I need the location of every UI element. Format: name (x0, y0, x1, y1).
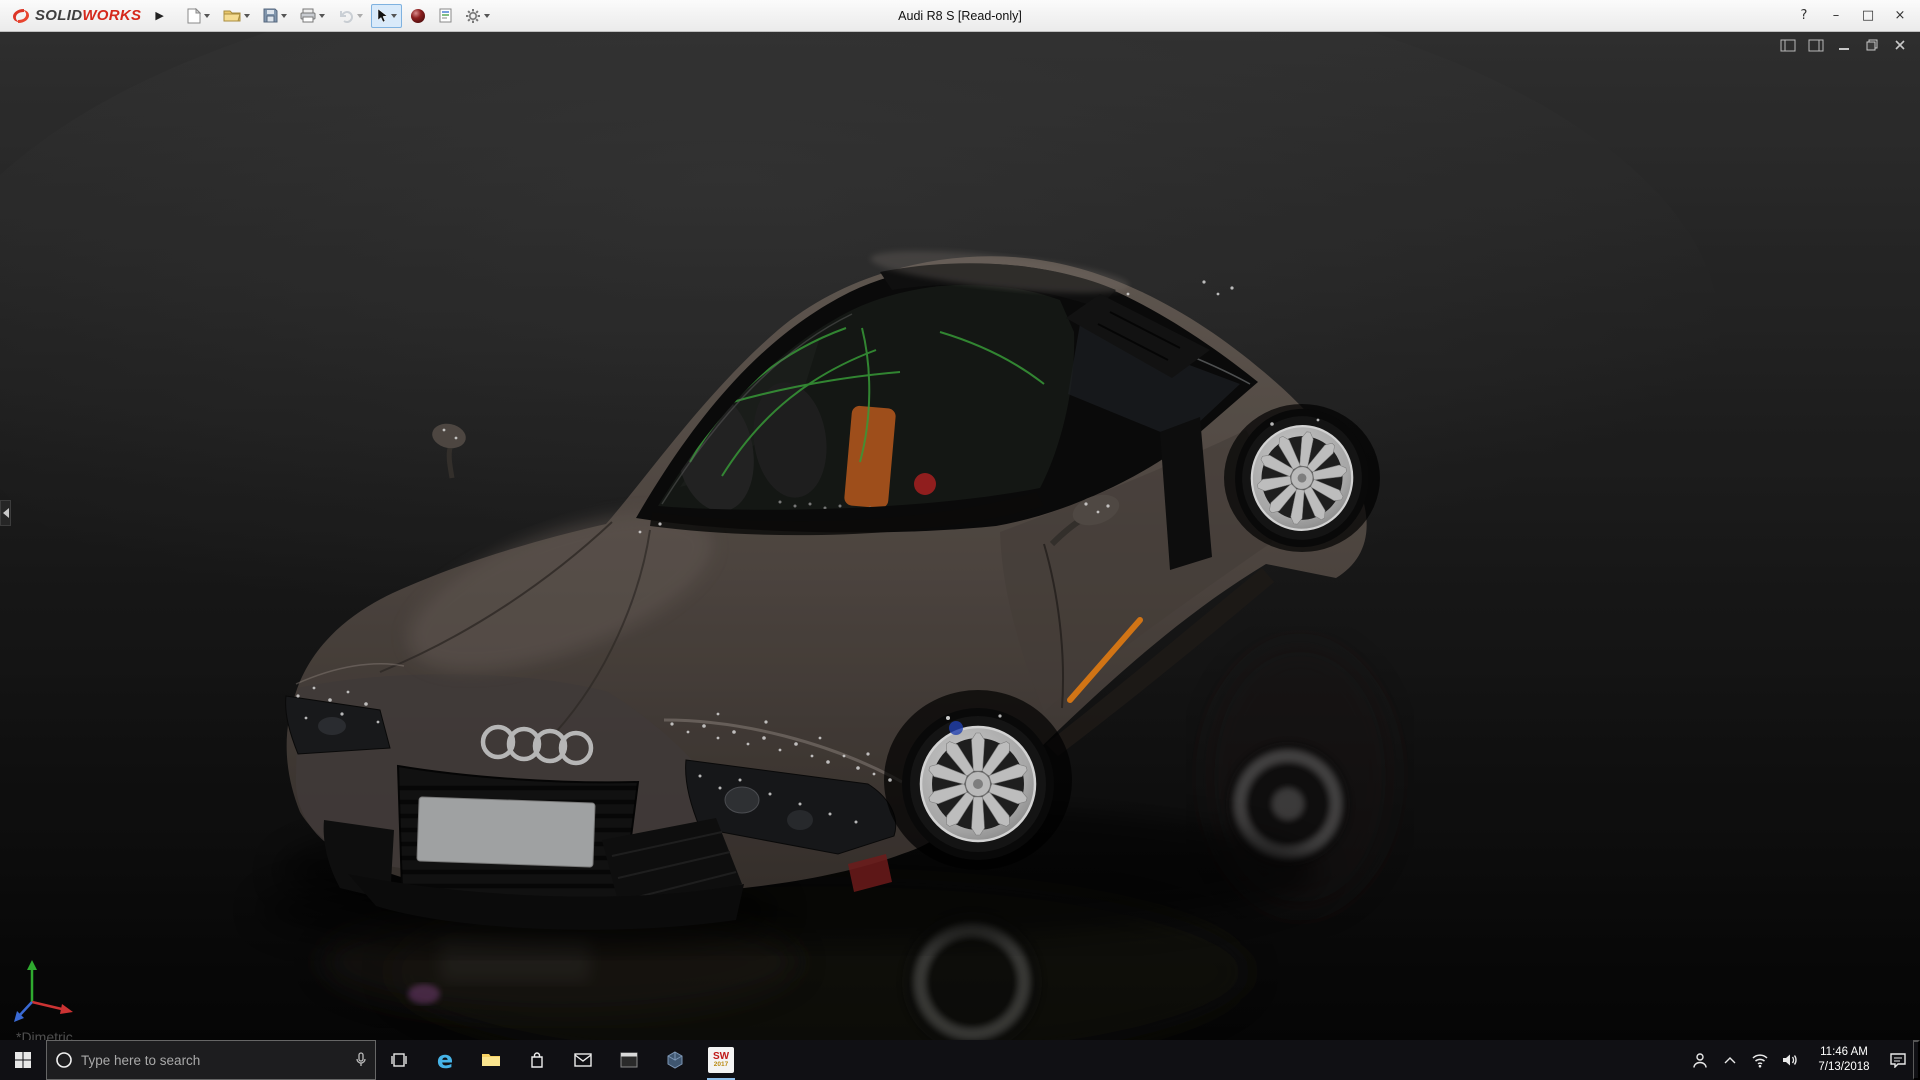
dropdown-caret (357, 14, 363, 18)
orientation-triad[interactable] (10, 952, 82, 1026)
solidworks-logo: SOLIDWORKS (6, 7, 141, 25)
dropdown-caret (319, 14, 325, 18)
rebuild-sphere-icon (410, 8, 426, 24)
action-center-button[interactable] (1883, 1040, 1913, 1080)
open-folder-icon (223, 8, 241, 23)
dropdown-caret (281, 14, 287, 18)
minimize-button[interactable]: – (1822, 5, 1850, 27)
taskbar-search[interactable] (46, 1040, 376, 1080)
clock-date: 7/13/2018 (1818, 1060, 1869, 1075)
action-center-icon (1889, 1052, 1907, 1068)
file-properties-button[interactable] (434, 4, 457, 28)
dropdown-caret (204, 14, 210, 18)
pane-right-icon (1808, 39, 1824, 52)
scene-render (0, 32, 1920, 1040)
clock-time: 11:46 AM (1820, 1045, 1868, 1060)
mdi-close-button[interactable] (1890, 37, 1910, 53)
mdi-restore-button[interactable] (1862, 37, 1882, 53)
store-bag-icon (529, 1051, 545, 1069)
file-explorer-icon (481, 1052, 501, 1068)
hidden-icons-button[interactable] (1715, 1040, 1745, 1080)
select-arrow-icon (376, 8, 388, 24)
speaker-icon (1781, 1053, 1799, 1067)
task-view-button[interactable] (376, 1040, 422, 1080)
store-button[interactable] (514, 1040, 560, 1080)
mdi-pane-left-button[interactable] (1778, 37, 1798, 53)
console-app-button[interactable] (606, 1040, 652, 1080)
taskbar-spacer (744, 1040, 1685, 1080)
windows-start-icon (14, 1051, 32, 1069)
ds-swirl-icon (10, 7, 32, 25)
people-button[interactable] (1685, 1040, 1715, 1080)
pane-left-icon (1780, 39, 1796, 52)
close-button[interactable]: × (1886, 5, 1914, 27)
select-tool-button[interactable] (371, 4, 402, 28)
show-desktop-button[interactable] (1913, 1040, 1920, 1080)
dropdown-caret (391, 14, 397, 18)
save-icon (263, 8, 278, 23)
panel-collapse-arrow[interactable] (0, 500, 11, 526)
people-icon (1691, 1052, 1709, 1069)
save-button[interactable] (258, 4, 292, 28)
solidworks-app-button[interactable]: SW 2017 (698, 1040, 744, 1080)
taskbar-clock[interactable]: 11:46 AM 7/13/2018 (1805, 1040, 1883, 1080)
maximize-button[interactable]: □ (1854, 5, 1882, 27)
taskbar: e (0, 1040, 1920, 1080)
file-explorer-button[interactable] (468, 1040, 514, 1080)
edge-button[interactable]: e (422, 1040, 468, 1080)
mail-icon (574, 1053, 592, 1067)
edge-icon: e (437, 1048, 453, 1072)
print-icon (300, 8, 316, 23)
undo-button[interactable] (333, 4, 368, 28)
close-icon (1894, 39, 1906, 51)
task-view-icon (390, 1051, 408, 1069)
chevron-up-icon (1724, 1056, 1736, 1064)
file-properties-icon (439, 8, 452, 23)
options-button[interactable] (460, 4, 495, 28)
minimize-icon (1838, 39, 1850, 51)
cortana-icon (55, 1051, 73, 1069)
system-tray: 11:46 AM 7/13/2018 (1685, 1040, 1920, 1080)
start-button[interactable] (0, 1040, 46, 1080)
titlebar: SOLIDWORKS ▶ (0, 0, 1920, 32)
mdi-minimize-button[interactable] (1834, 37, 1854, 53)
console-window-icon (620, 1052, 638, 1068)
network-button[interactable] (1745, 1040, 1775, 1080)
wifi-icon (1751, 1053, 1769, 1068)
cube-3d-icon (666, 1051, 684, 1069)
search-input[interactable] (81, 1053, 347, 1068)
new-document-icon (187, 8, 201, 24)
restore-icon (1866, 39, 1878, 51)
new-document-button[interactable] (182, 4, 215, 28)
undo-icon (338, 9, 354, 23)
screen: SOLIDWORKS ▶ (0, 0, 1920, 1080)
quick-access-toolbar (182, 4, 495, 28)
brand-text: SOLIDWORKS (35, 7, 141, 24)
3d-app-button[interactable] (652, 1040, 698, 1080)
document-title: Audi R8 S [Read-only] (898, 9, 1022, 23)
options-gear-icon (465, 8, 481, 24)
microphone-icon[interactable] (355, 1052, 367, 1068)
arrow-left-icon (3, 508, 9, 518)
print-button[interactable] (295, 4, 330, 28)
help-button[interactable]: ? (1790, 5, 1818, 27)
dropdown-caret (484, 14, 490, 18)
volume-button[interactable] (1775, 1040, 1805, 1080)
graphics-area[interactable]: *Dimetric (0, 32, 1920, 1040)
menu-expand-button[interactable]: ▶ (155, 9, 163, 22)
view-orientation-label: *Dimetric (16, 1029, 73, 1040)
mail-button[interactable] (560, 1040, 606, 1080)
window-controls: ? – □ × (1790, 5, 1914, 27)
mdi-window-controls (1778, 37, 1910, 53)
solidworks-app-icon: SW 2017 (708, 1047, 734, 1073)
open-button[interactable] (218, 4, 255, 28)
dropdown-caret (244, 14, 250, 18)
mdi-pane-right-button[interactable] (1806, 37, 1826, 53)
rebuild-sphere-button[interactable] (405, 4, 431, 28)
